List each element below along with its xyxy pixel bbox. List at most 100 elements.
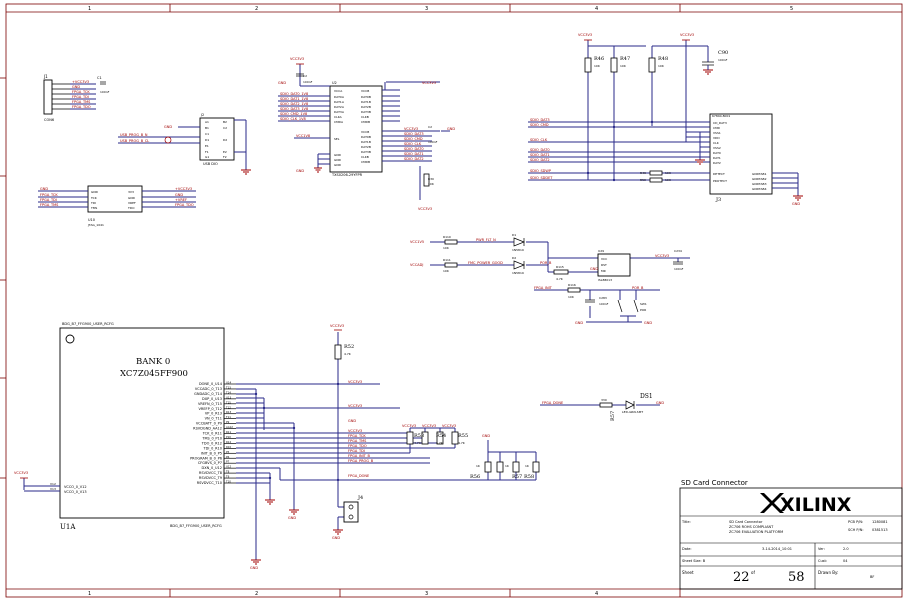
fpga-u1a: BDG_B7_FFG900_USER_RCFG BANK 0 XC7Z045FF… bbox=[14, 322, 540, 570]
power-res-ref: R116 bbox=[568, 283, 576, 287]
title-label: Title: bbox=[681, 520, 691, 524]
u2-pin: DAT2B bbox=[361, 145, 371, 149]
j3-pin: CD_DAT3 bbox=[713, 121, 727, 125]
u29-pin: RST bbox=[601, 263, 607, 267]
r55-value: 4.7K bbox=[458, 441, 466, 445]
diode-ref: D2 bbox=[512, 256, 516, 260]
size-label: Sheet Size: B bbox=[682, 559, 706, 563]
fpga-pin: VREFN_0_T15 bbox=[198, 402, 222, 406]
diode-ref: D1 bbox=[512, 233, 516, 237]
fpga-net-label: FPGA_TDO bbox=[348, 444, 367, 448]
j3-res-value: 10K bbox=[665, 171, 672, 175]
r52-value: 4.7K bbox=[344, 352, 352, 356]
fpga-net-label: FPGA_DONE bbox=[348, 474, 369, 478]
power-net-label: FMC_POWER_GOOD bbox=[468, 261, 503, 265]
power-gnd-label: GND bbox=[644, 321, 652, 325]
u2-net-label: SDIO_CMD bbox=[404, 137, 423, 141]
fpga-net-label: FPGA_INIT_B bbox=[348, 454, 371, 458]
fpga-pin: VCCBATT_0_P9 bbox=[196, 422, 222, 426]
j3-res-value: 10K bbox=[665, 178, 672, 182]
j3-net-label: SDIO_DAT1 bbox=[530, 153, 550, 157]
r47-ref: R47 bbox=[620, 56, 630, 62]
r56-value: 1K bbox=[476, 464, 481, 468]
u2-gnd-label: GND bbox=[296, 169, 304, 173]
border-col-label: 3 bbox=[425, 6, 428, 12]
diode-part: 1N5819 bbox=[512, 271, 524, 275]
j1-net-label: FPGA_TCK bbox=[72, 90, 90, 94]
title-line: SD Card Connector bbox=[729, 520, 763, 524]
fpga-pin: PROGRAM_B_0_P6 bbox=[190, 456, 222, 460]
fpga-pin: VREFP_0_T12 bbox=[199, 407, 222, 411]
j1-connector: J1 +VCC3V3 GND FPGA_TCK FPGA_TDI FPGA_TM… bbox=[43, 74, 110, 122]
power-reset-circuit: VCC1V5 VCCADJ R110 R111 10K 10K PWR_FLT_… bbox=[410, 233, 690, 325]
r57-ref: R57 bbox=[512, 474, 522, 480]
u2-pin: CLKA bbox=[334, 115, 343, 119]
power-gnd-label: GND bbox=[590, 267, 598, 271]
u2-vcc2-label: VCC1V8 bbox=[296, 134, 310, 138]
power-cap-ref: C234 bbox=[674, 249, 682, 253]
j1-cap-value: 100nF bbox=[100, 90, 110, 94]
power-cap-ref: C283 bbox=[599, 296, 607, 300]
sheet-total: 58 bbox=[788, 570, 805, 585]
u2-level-translator: VCC3V3 GND C2 100nF U2 TXS0206-29YFPR VC… bbox=[278, 57, 455, 211]
fpga-gnd-label: GND bbox=[288, 516, 296, 520]
fpga-gnd-label: GND bbox=[332, 536, 340, 540]
u2-res: R30 bbox=[428, 177, 434, 181]
u10-ref: U10 bbox=[88, 218, 95, 222]
u2-pin: DAT1B bbox=[361, 100, 371, 104]
cust-value: 04 bbox=[843, 559, 848, 563]
usb-dio-pin: A1 bbox=[205, 120, 209, 124]
u10-pin: 3V3 bbox=[128, 190, 134, 194]
fpga-pin: TMS_0_P10 bbox=[201, 436, 222, 440]
u2-pin: DAT1A bbox=[334, 100, 345, 104]
fpga-pin: VCCO_0_V13 bbox=[64, 490, 87, 494]
fpga-top-label: BDG_B7_FFG900_USER_RCFG bbox=[62, 322, 114, 326]
j3-net-label: SDIO_SDWP bbox=[530, 169, 551, 173]
u10-net-label: FPGA_TMS bbox=[40, 203, 59, 207]
r54-ref: R54 bbox=[436, 433, 446, 439]
j1-net-label: FPGA_TDI bbox=[72, 95, 89, 99]
r57-value: 1K bbox=[505, 464, 510, 468]
usb-dio-pin: G1 bbox=[205, 155, 209, 159]
fpga-pin: VCCO_0_V12 bbox=[64, 485, 87, 489]
j3-pin: DAT0 bbox=[713, 151, 721, 155]
j1-ref: J1 bbox=[43, 74, 48, 79]
u2-pin: GND bbox=[334, 158, 342, 162]
ver-label: Ver: bbox=[818, 547, 825, 551]
date-label: Date: bbox=[682, 547, 692, 551]
sch-label: SCH P/N: bbox=[848, 528, 864, 532]
fpga-pin: RSVDVCC_T9 bbox=[199, 476, 222, 480]
c90-value: 100nF bbox=[718, 58, 728, 62]
fpga-pin: VP_0_R13 bbox=[205, 412, 222, 416]
u2-ref: U2 bbox=[332, 81, 337, 85]
diode-part: 1N5819 bbox=[512, 248, 524, 252]
j3-pin: GNDTAB4 bbox=[752, 187, 767, 191]
u2-cap-value: 100nF bbox=[303, 80, 313, 84]
fpga-net-label: VCC3V3 bbox=[348, 404, 362, 408]
u2-part: TXS0206-29YFPR bbox=[331, 173, 363, 177]
u2-pin: DAT3B bbox=[361, 110, 371, 114]
r52-ref: R52 bbox=[344, 344, 354, 350]
usb-dio-pin: D1 bbox=[205, 138, 209, 142]
usb-dio-ref: J2 bbox=[200, 113, 204, 117]
u10-pin: TCK bbox=[90, 196, 98, 200]
power-cap-value: 100nF bbox=[674, 267, 684, 271]
power-net-label: VCC3V3 bbox=[655, 254, 669, 258]
u29-ref: U29 bbox=[598, 249, 604, 253]
title-line: ZC706 ROHS COMPLIANT bbox=[729, 525, 774, 529]
j3-pin: VSS1 bbox=[713, 131, 721, 135]
sw1-part: POR bbox=[640, 308, 646, 312]
j3-pin: DAT1 bbox=[713, 156, 721, 160]
r58-ref: R58 bbox=[524, 474, 534, 480]
u2-net-label: SDIO_DAT1_1V8 bbox=[280, 97, 308, 101]
drawn-value: BF bbox=[870, 575, 874, 579]
j3-net-label: SDIO_DAT2 bbox=[530, 158, 550, 162]
power-res-value: 10K bbox=[568, 295, 575, 299]
power-res-ref: R111 bbox=[443, 258, 451, 262]
r53-ref: R53 bbox=[414, 433, 424, 439]
u2-vcc-label: VCC3V3 bbox=[422, 81, 436, 85]
u2-pin: DAT1B bbox=[361, 140, 371, 144]
fpga-net-label: FPGA_TCK bbox=[348, 434, 366, 438]
border-col-label: 3 bbox=[425, 591, 428, 597]
j3-pin: GNDTAB3 bbox=[752, 182, 767, 186]
